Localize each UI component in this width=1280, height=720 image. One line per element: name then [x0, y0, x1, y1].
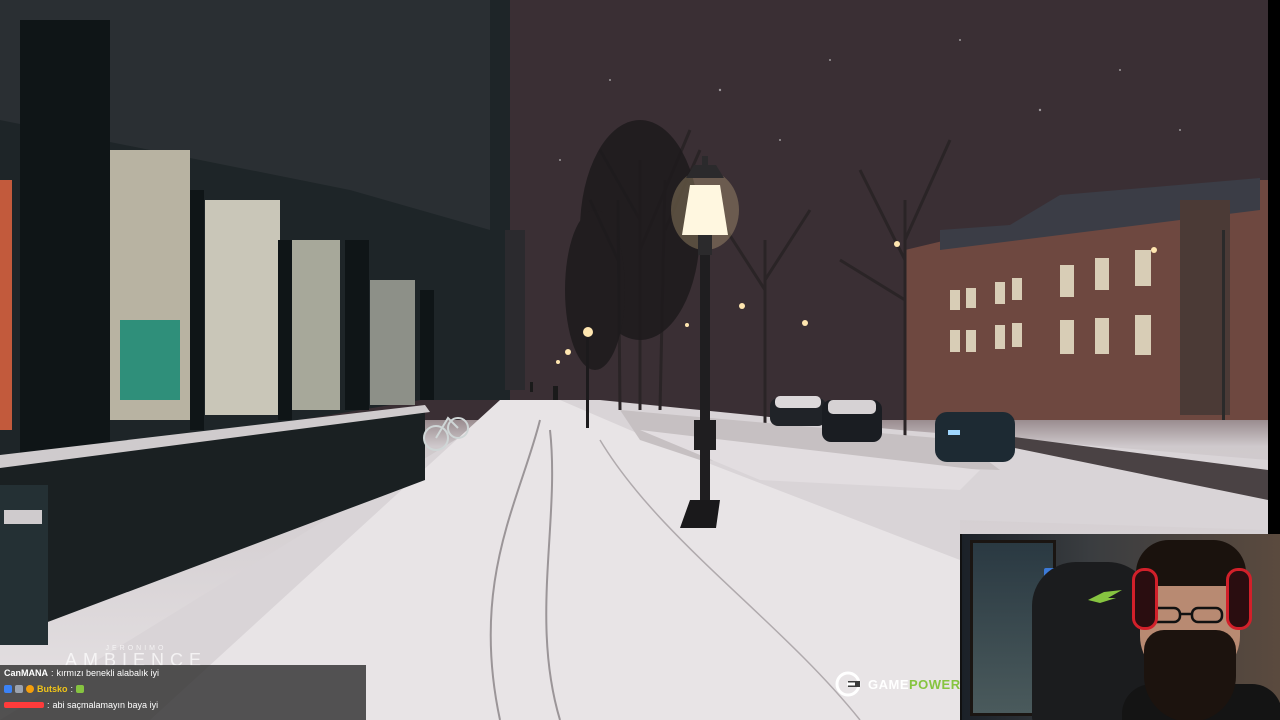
chat-text: abi saçmalamayın baya iyi — [52, 700, 159, 710]
chat-separator: : — [51, 668, 54, 678]
chat-username: CanMANA — [4, 668, 48, 678]
chair-logo-icon — [1088, 590, 1122, 603]
chat-text: kırmızı benekli alabalık iyi — [56, 668, 160, 678]
gamepower-prefix: GAME — [868, 676, 909, 692]
chat-emote-icon — [76, 685, 85, 693]
chat-separator: : — [70, 684, 74, 694]
headset-left-cup — [1132, 568, 1158, 630]
chat-badge-icon — [15, 685, 23, 693]
chat-message: : abi saçmalamayın baya iyi — [0, 697, 366, 713]
gamepower-wordmark: GAMEPOWER — [868, 677, 961, 692]
streamer-beard — [1144, 630, 1236, 720]
gamepower-logo: GAMEPOWER — [834, 669, 961, 699]
chat-username-redacted — [4, 702, 44, 708]
chat-badge-icon — [26, 685, 34, 693]
gamepower-mark-icon — [835, 671, 861, 697]
streamer-webcam — [960, 534, 1280, 720]
chat-message: Butsko : — [0, 681, 366, 697]
headset-right-cup — [1226, 568, 1252, 630]
chat-separator: : — [47, 700, 50, 710]
chat-username: Butsko — [37, 684, 68, 694]
chat-badge-icon — [4, 685, 12, 693]
glasses-icon — [1148, 606, 1224, 624]
chat-message: CanMANA : kırmızı benekli alabalık iyi — [0, 665, 366, 681]
chat-overlay: CanMANA : kırmızı benekli alabalık iyi B… — [0, 665, 366, 720]
gamepower-suffix: POWER — [909, 676, 961, 692]
